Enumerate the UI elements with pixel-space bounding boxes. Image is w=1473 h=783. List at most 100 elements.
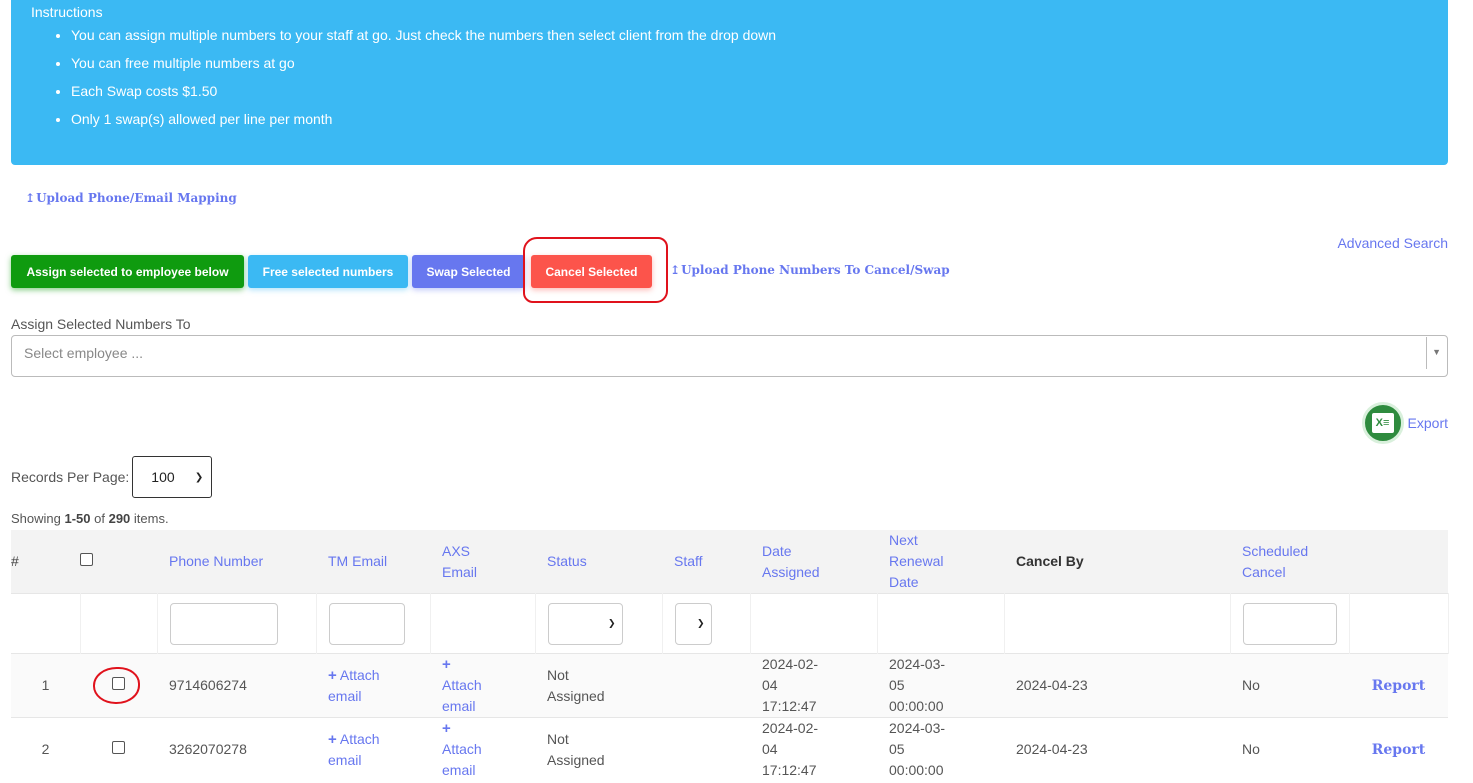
summary-of: of xyxy=(90,511,109,526)
next-renewal-date: 2024-03- 05 00:00:00 xyxy=(877,653,1004,718)
header-scheduled-cancel-line1: Scheduled xyxy=(1242,542,1309,559)
header-date-assigned[interactable]: Date Assigned xyxy=(750,530,877,594)
filter-cell-empty xyxy=(1349,593,1449,654)
filter-cell-status: ❯ xyxy=(535,593,663,654)
filter-cell-scheduled-cancel xyxy=(1230,593,1350,654)
header-staff[interactable]: Staff xyxy=(662,530,750,594)
header-scheduled-cancel[interactable]: Scheduled Cancel xyxy=(1230,530,1349,594)
staff-filter-select[interactable]: ❯ xyxy=(674,602,712,645)
results-summary: Showing 1-50 of 290 items. xyxy=(11,511,169,526)
row-checkbox-cell xyxy=(80,717,157,782)
header-axs-email-line1: AXS xyxy=(442,542,471,559)
swap-selected-button[interactable]: Swap Selected xyxy=(412,255,525,288)
plus-icon: + xyxy=(328,666,337,684)
report-cell: Report xyxy=(1349,717,1448,782)
header-next-renewal[interactable]: Next Renewal Date xyxy=(877,530,1004,594)
records-per-page-select[interactable]: 100 ❯ xyxy=(132,456,213,498)
assign-selected-button[interactable]: Assign selected to employee below xyxy=(11,255,244,288)
time-part: 17:12:47 xyxy=(762,762,817,779)
plus-icon: + xyxy=(328,730,337,748)
scheduled-cancel-value: No xyxy=(1230,717,1349,782)
caret-down-icon: ▼ xyxy=(1432,347,1441,357)
tm-email-attach[interactable]: + Attach email xyxy=(316,653,430,718)
row-checkbox[interactable] xyxy=(112,741,125,755)
filter-cell-staff: ❯ xyxy=(662,593,751,654)
instruction-item: You can free multiple numbers at go xyxy=(71,48,776,76)
filter-cell-empty xyxy=(1004,593,1231,654)
header-number: # xyxy=(11,530,80,594)
annotation-circle-cancel xyxy=(523,237,668,303)
employee-select[interactable]: Select employee ... ▼ xyxy=(11,335,1448,377)
date-part: 04 xyxy=(762,677,778,693)
tm-email-attach[interactable]: + Attach email xyxy=(316,717,430,782)
upload-icon: ↥ xyxy=(25,191,36,205)
records-per-page-label: Records Per Page: xyxy=(11,469,130,485)
records-per-page: Records Per Page: 100 ❯ xyxy=(11,456,213,498)
status-filter-select[interactable]: ❯ xyxy=(547,602,623,645)
select-all-checkbox[interactable] xyxy=(80,553,93,566)
filter-cell-empty xyxy=(80,593,158,654)
instructions-list: You can assign multiple numbers to your … xyxy=(11,20,776,132)
export-link[interactable]: X≡ Export xyxy=(1361,402,1448,444)
chevron-down-icon: ❯ xyxy=(696,618,705,628)
excel-icon: X≡ xyxy=(1361,402,1404,444)
staff-cell xyxy=(662,717,750,782)
date-part: 2024-03- xyxy=(889,656,946,672)
chevron-down-icon: ❯ xyxy=(607,618,616,628)
date-assigned: 2024-02- 04 17:12:47 xyxy=(750,653,877,718)
assign-field-label: Assign Selected Numbers To xyxy=(11,316,191,332)
attach-email-label: email xyxy=(328,687,362,704)
export-label: Export xyxy=(1407,415,1448,431)
records-per-page-value: 100 xyxy=(151,469,175,485)
numbers-table: # Phone Number TM Email AXS Email Status … xyxy=(11,530,1449,782)
date-part: 2024-03- xyxy=(889,720,946,737)
status-line1: Not xyxy=(547,666,569,683)
upload-mapping-label: Upload Phone/Email Mapping xyxy=(36,191,237,205)
date-part: 04 xyxy=(762,741,778,758)
phone-number: 3262070278 xyxy=(157,717,316,782)
header-next-renewal-line1: Next xyxy=(889,532,918,548)
upload-cancel-swap-label: Upload Phone Numbers To Cancel/Swap xyxy=(681,263,950,277)
filter-cell-tm-email xyxy=(316,593,431,654)
attach-email-label: email xyxy=(328,751,362,768)
advanced-search-link[interactable]: Advanced Search xyxy=(1337,235,1448,251)
header-axs-email[interactable]: AXS Email xyxy=(430,530,535,594)
header-date-assigned-line2: Assigned xyxy=(762,563,820,580)
filter-cell-empty xyxy=(877,593,1005,654)
table-header-row: # Phone Number TM Email AXS Email Status … xyxy=(11,530,1448,594)
header-axs-email-line2: Email xyxy=(442,563,478,580)
header-status[interactable]: Status xyxy=(535,530,662,594)
upload-cancel-swap-link[interactable]: ↥ Upload Phone Numbers To Cancel/Swap xyxy=(670,263,950,277)
tm-email-filter-input[interactable] xyxy=(328,602,405,645)
header-actions xyxy=(1349,530,1448,594)
filter-cell-empty xyxy=(430,593,536,654)
free-selected-button[interactable]: Free selected numbers xyxy=(248,255,408,288)
attach-email-label: email xyxy=(442,698,476,714)
date-part: 05 xyxy=(889,677,905,693)
axs-email-attach[interactable]: + Attach email xyxy=(430,653,535,718)
filter-cell-empty xyxy=(750,593,878,654)
header-tm-email[interactable]: TM Email xyxy=(316,530,430,594)
report-link[interactable]: Report xyxy=(1372,678,1426,694)
status-cell: Not Assigned xyxy=(535,717,662,782)
header-cancel-by: Cancel By xyxy=(1004,530,1230,594)
attach-label: Attach xyxy=(442,677,482,693)
instructions-panel: Instructions You can assign multiple num… xyxy=(11,0,1448,165)
filter-row: ❯ ❯ xyxy=(11,593,1449,654)
row-number: 2 xyxy=(11,717,80,782)
upload-mapping-link[interactable]: ↥ Upload Phone/Email Mapping xyxy=(25,191,237,205)
status-line2: Assigned xyxy=(547,687,605,704)
instructions-title: Instructions xyxy=(31,4,103,20)
staff-cell xyxy=(662,653,750,718)
cancel-by-date: 2024-04-23 xyxy=(1004,653,1230,718)
scheduled-cancel-filter-input[interactable] xyxy=(1242,602,1337,645)
time-part: 00:00:00 xyxy=(889,698,944,714)
header-select-all xyxy=(80,530,157,594)
axs-email-attach[interactable]: + Attach email xyxy=(430,717,535,782)
upload-icon: ↥ xyxy=(670,263,681,277)
report-link[interactable]: Report xyxy=(1372,742,1426,758)
header-phone-number[interactable]: Phone Number xyxy=(157,530,316,594)
employee-select-placeholder: Select employee ... xyxy=(24,345,144,361)
phone-filter-input[interactable] xyxy=(169,602,278,645)
plus-icon: + xyxy=(442,720,451,738)
